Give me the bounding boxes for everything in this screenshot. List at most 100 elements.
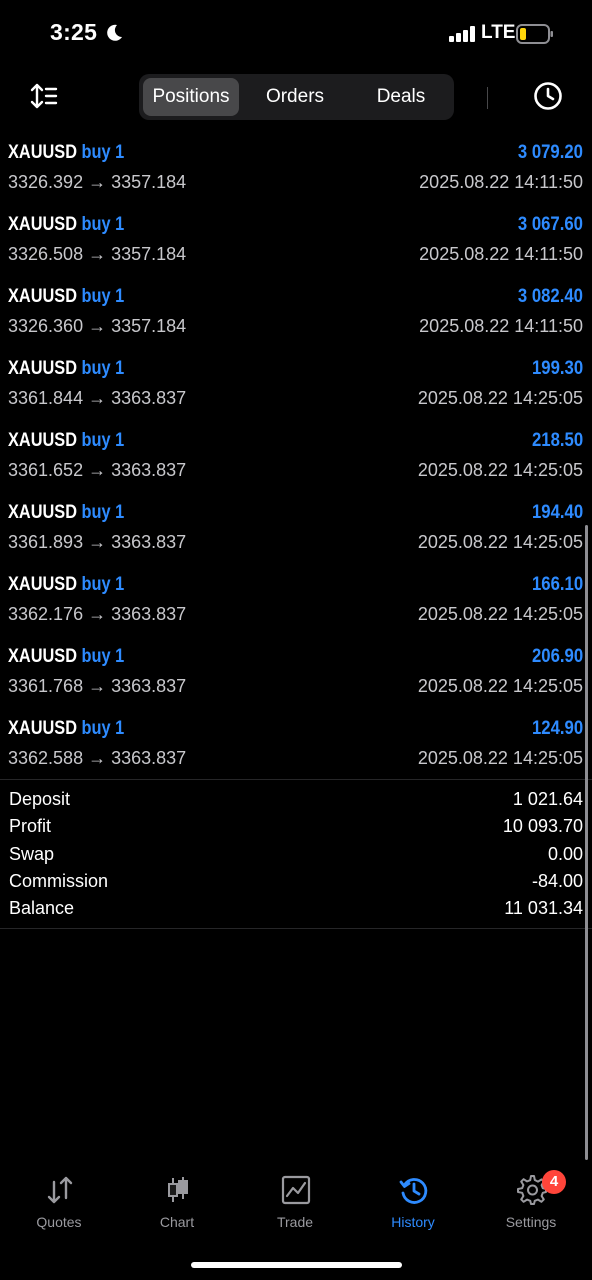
position-row[interactable]: XAUUSD buy 1 194.40 3361.893 → 3363.837 … bbox=[0, 500, 592, 572]
position-time: 2025.08.22 14:25:05 bbox=[417, 532, 583, 552]
position-profit: 218.50 bbox=[531, 430, 583, 451]
position-type: buy 1 bbox=[81, 142, 125, 163]
status-time: 3:25 bbox=[50, 19, 98, 45]
position-symbol-line: XAUUSD buy 1 bbox=[8, 358, 124, 380]
position-symbol: XAUUSD bbox=[8, 142, 78, 163]
position-profit: 3 082.40 bbox=[517, 286, 583, 307]
quotes-arrows-icon bbox=[47, 1176, 73, 1204]
position-symbol: XAUUSD bbox=[8, 502, 78, 523]
sort-list-icon[interactable] bbox=[28, 80, 60, 112]
position-type: buy 1 bbox=[81, 430, 125, 451]
tab-quotes[interactable]: Quotes bbox=[0, 1166, 118, 1236]
position-symbol: XAUUSD bbox=[8, 430, 78, 451]
position-profit: 199.30 bbox=[531, 358, 583, 379]
segment-divider bbox=[487, 87, 488, 109]
position-symbol-line: XAUUSD buy 1 bbox=[8, 430, 124, 452]
position-prices: 3361.844 → 3363.837 bbox=[8, 388, 187, 408]
candlestick-icon bbox=[168, 1177, 188, 1202]
position-profit: 206.90 bbox=[531, 646, 583, 667]
summary-row-swap: Swap 0.00 bbox=[0, 842, 592, 869]
summary-label: Deposit bbox=[9, 789, 71, 809]
tab-positions[interactable]: Positions bbox=[143, 78, 239, 116]
position-profit: 194.40 bbox=[531, 502, 583, 523]
history-segmented-control: Positions Orders Deals bbox=[139, 74, 488, 120]
position-prices: 3361.652 → 3363.837 bbox=[8, 460, 187, 480]
position-symbol-line: XAUUSD buy 1 bbox=[8, 574, 124, 596]
position-prices: 3361.768 → 3363.837 bbox=[8, 676, 187, 696]
position-symbol-line: XAUUSD buy 1 bbox=[8, 718, 124, 740]
summary-divider-bottom bbox=[0, 928, 592, 929]
tab-trade[interactable]: Trade bbox=[236, 1166, 354, 1236]
summary-value: -84.00 bbox=[531, 870, 583, 891]
summary-row-balance: Balance 11 031.34 bbox=[0, 896, 592, 923]
position-symbol: XAUUSD bbox=[8, 646, 78, 667]
position-time: 2025.08.22 14:25:05 bbox=[417, 676, 583, 696]
summary-label: Profit bbox=[9, 816, 52, 837]
position-symbol-line: XAUUSD buy 1 bbox=[8, 646, 124, 668]
position-type: buy 1 bbox=[81, 358, 125, 379]
network-type: LTE bbox=[481, 22, 516, 43]
position-row[interactable]: XAUUSD buy 1 3 067.60 3326.508 → 3357.18… bbox=[0, 212, 592, 284]
position-symbol-line: XAUUSD buy 1 bbox=[8, 214, 124, 236]
position-symbol: XAUUSD bbox=[8, 574, 78, 595]
position-symbol: XAUUSD bbox=[8, 214, 78, 235]
tab-history[interactable]: History bbox=[354, 1166, 472, 1236]
position-symbol-line: XAUUSD buy 1 bbox=[8, 142, 124, 164]
notification-badge: 4 bbox=[542, 1170, 566, 1194]
summary-row-deposit: Deposit 1 021.64 bbox=[0, 787, 592, 814]
position-prices: 3361.893 → 3363.837 bbox=[8, 532, 187, 552]
tab-chart[interactable]: Chart bbox=[118, 1166, 236, 1236]
position-row[interactable]: XAUUSD buy 1 199.30 3361.844 → 3363.837 … bbox=[0, 356, 592, 428]
position-type: buy 1 bbox=[81, 646, 125, 667]
position-row[interactable]: XAUUSD buy 1 206.90 3361.768 → 3363.837 … bbox=[0, 644, 592, 716]
position-type: buy 1 bbox=[81, 286, 125, 307]
status-bar: 3:25 LTE bbox=[0, 0, 592, 66]
tab-settings[interactable]: 4 Settings bbox=[472, 1166, 590, 1236]
position-symbol: XAUUSD bbox=[8, 358, 78, 379]
summary-label: Balance bbox=[9, 898, 75, 919]
position-profit: 3 067.60 bbox=[517, 214, 583, 235]
position-profit: 3 079.20 bbox=[517, 142, 583, 163]
position-prices: 3362.588 → 3363.837 bbox=[8, 748, 187, 768]
summary-value: 10 093.70 bbox=[502, 816, 583, 837]
position-row[interactable]: XAUUSD buy 1 3 079.20 3326.392 → 3357.18… bbox=[0, 140, 592, 212]
summary-value: 11 031.34 bbox=[504, 898, 583, 919]
summary-row-commission: Commission -84.00 bbox=[0, 869, 592, 896]
position-time: 2025.08.22 14:25:05 bbox=[417, 604, 583, 624]
scrollbar[interactable] bbox=[585, 525, 588, 1160]
battery-icon bbox=[516, 24, 553, 44]
bottom-tab-bar: Quotes Chart Trade History 4 Settings bbox=[0, 1166, 592, 1246]
summary-value: 1 021.64 bbox=[512, 789, 583, 809]
position-row[interactable]: XAUUSD buy 1 124.90 3362.588 → 3363.837 … bbox=[0, 716, 592, 788]
summary-label: Commission bbox=[9, 870, 109, 891]
position-row[interactable]: XAUUSD buy 1 166.10 3362.176 → 3363.837 … bbox=[0, 572, 592, 644]
position-type: buy 1 bbox=[81, 214, 125, 235]
position-symbol: XAUUSD bbox=[8, 286, 78, 307]
history-icon bbox=[399, 1178, 428, 1204]
position-time: 2025.08.22 14:11:50 bbox=[419, 244, 583, 264]
position-prices: 3326.392 → 3357.184 bbox=[8, 172, 187, 192]
home-indicator[interactable] bbox=[191, 1262, 402, 1268]
position-time: 2025.08.22 14:25:05 bbox=[417, 460, 583, 480]
clock-icon[interactable] bbox=[532, 80, 564, 112]
position-symbol: XAUUSD bbox=[8, 718, 78, 739]
summary-row-profit: Profit 10 093.70 bbox=[0, 814, 592, 841]
position-prices: 3326.508 → 3357.184 bbox=[8, 244, 187, 264]
position-row[interactable]: XAUUSD buy 1 218.50 3361.652 → 3363.837 … bbox=[0, 428, 592, 500]
tab-label: Quotes bbox=[36, 1214, 82, 1230]
tab-orders[interactable]: Orders bbox=[245, 78, 345, 116]
moon-icon bbox=[107, 24, 122, 41]
position-prices: 3326.360 → 3357.184 bbox=[8, 316, 187, 336]
position-profit: 166.10 bbox=[531, 574, 583, 595]
position-type: buy 1 bbox=[81, 718, 125, 739]
summary-divider-top bbox=[0, 779, 592, 780]
tab-deals[interactable]: Deals bbox=[351, 78, 451, 116]
header: Positions Orders Deals bbox=[0, 72, 592, 120]
account-summary: Deposit 1 021.64 Profit 10 093.70 Swap 0… bbox=[0, 787, 592, 923]
position-row[interactable]: XAUUSD buy 1 3 082.40 3326.360 → 3357.18… bbox=[0, 284, 592, 356]
tab-label: Trade bbox=[276, 1214, 314, 1230]
position-profit: 124.90 bbox=[531, 718, 583, 739]
positions-list: XAUUSD buy 1 3 079.20 3326.392 → 3357.18… bbox=[0, 140, 592, 788]
position-time: 2025.08.22 14:25:05 bbox=[417, 388, 583, 408]
position-symbol-line: XAUUSD buy 1 bbox=[8, 286, 124, 308]
